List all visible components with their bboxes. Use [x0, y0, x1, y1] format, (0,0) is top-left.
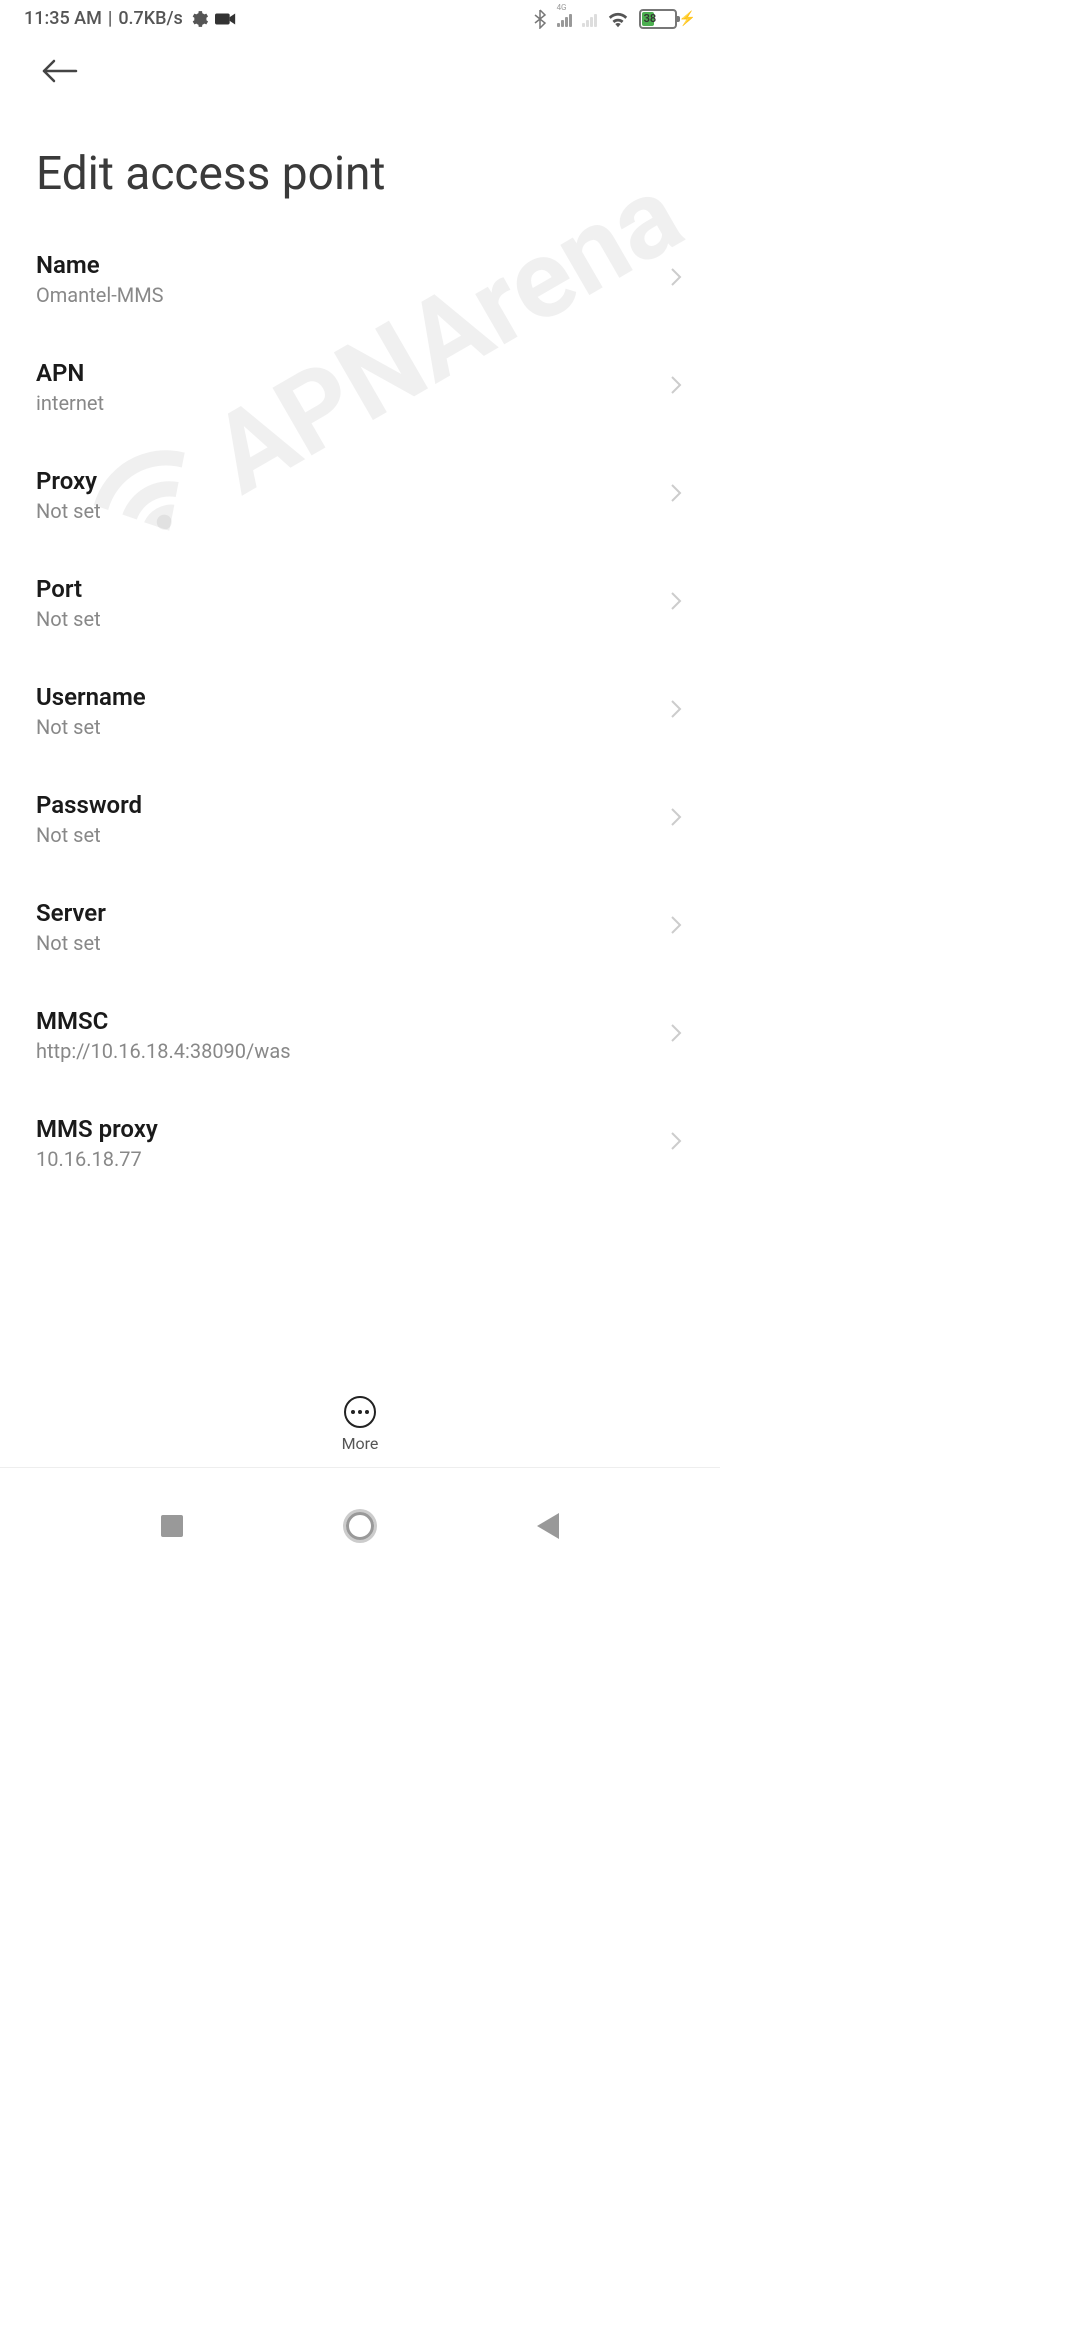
back-button[interactable]: [36, 53, 84, 93]
status-left: 11:35 AM | 0.7KB/s: [24, 8, 237, 29]
gear-icon: [189, 9, 209, 29]
chevron-right-icon: [670, 1129, 684, 1157]
settings-list: Name Omantel-MMS APN internet Proxy Not …: [0, 225, 720, 1191]
setting-label: Name: [36, 251, 670, 279]
setting-apn[interactable]: APN internet: [0, 333, 720, 441]
nav-back-button[interactable]: [537, 1513, 559, 1539]
chevron-right-icon: [670, 589, 684, 617]
setting-value: Not set: [36, 499, 670, 523]
chevron-right-icon: [670, 697, 684, 725]
page-title: Edit access point: [0, 113, 720, 225]
setting-value: Not set: [36, 931, 670, 955]
setting-value: internet: [36, 391, 670, 415]
setting-username[interactable]: Username Not set: [0, 657, 720, 765]
charging-icon: ⚡: [679, 11, 696, 27]
setting-value: 10.16.18.77: [36, 1147, 670, 1171]
setting-label: Server: [36, 899, 670, 927]
signal-1-wrap: 4G: [557, 11, 572, 27]
setting-label: APN: [36, 359, 670, 387]
chevron-right-icon: [670, 265, 684, 293]
signal-bars-1-icon: [557, 11, 572, 27]
bottom-action-bar: More: [0, 1382, 720, 1468]
chevron-right-icon: [670, 1021, 684, 1049]
setting-value: Not set: [36, 823, 670, 847]
battery-percent: 38: [644, 12, 657, 25]
camera-icon: [215, 11, 237, 27]
status-time: 11:35 AM: [24, 8, 102, 29]
more-label: More: [342, 1434, 379, 1453]
more-button[interactable]: [344, 1396, 376, 1428]
setting-password[interactable]: Password Not set: [0, 765, 720, 873]
setting-label: Username: [36, 683, 670, 711]
chevron-right-icon: [670, 913, 684, 941]
setting-value: Not set: [36, 715, 670, 739]
setting-value: http://10.16.18.4:38090/was: [36, 1039, 670, 1063]
nav-recent-button[interactable]: [161, 1515, 183, 1537]
nav-home-button[interactable]: [346, 1512, 374, 1540]
status-bar: 11:35 AM | 0.7KB/s 4G 38: [0, 0, 720, 33]
header: [0, 33, 720, 113]
content-area: APNArena Name Omantel-MMS APN internet P…: [0, 225, 720, 1191]
setting-name[interactable]: Name Omantel-MMS: [0, 225, 720, 333]
chevron-right-icon: [670, 481, 684, 509]
setting-server[interactable]: Server Not set: [0, 873, 720, 981]
setting-label: MMSC: [36, 1007, 670, 1035]
setting-mmsc[interactable]: MMSC http://10.16.18.4:38090/was: [0, 981, 720, 1089]
bluetooth-icon: [533, 9, 547, 29]
wifi-icon: [607, 10, 629, 28]
navigation-bar: [0, 1492, 720, 1560]
network-type-label: 4G: [557, 3, 567, 12]
status-right: 4G 38 ⚡: [533, 9, 696, 29]
status-data-rate: 0.7KB/s: [118, 8, 183, 29]
chevron-right-icon: [670, 373, 684, 401]
battery-indicator: 38 ⚡: [639, 9, 696, 29]
setting-port[interactable]: Port Not set: [0, 549, 720, 657]
setting-label: Port: [36, 575, 670, 603]
setting-label: MMS proxy: [36, 1115, 670, 1143]
setting-proxy[interactable]: Proxy Not set: [0, 441, 720, 549]
setting-label: Password: [36, 791, 670, 819]
status-separator: |: [108, 8, 112, 29]
setting-value: Not set: [36, 607, 670, 631]
setting-label: Proxy: [36, 467, 670, 495]
setting-mms-proxy[interactable]: MMS proxy 10.16.18.77: [0, 1089, 720, 1191]
setting-value: Omantel-MMS: [36, 283, 670, 307]
chevron-right-icon: [670, 805, 684, 833]
signal-bars-2-icon: [582, 11, 597, 27]
